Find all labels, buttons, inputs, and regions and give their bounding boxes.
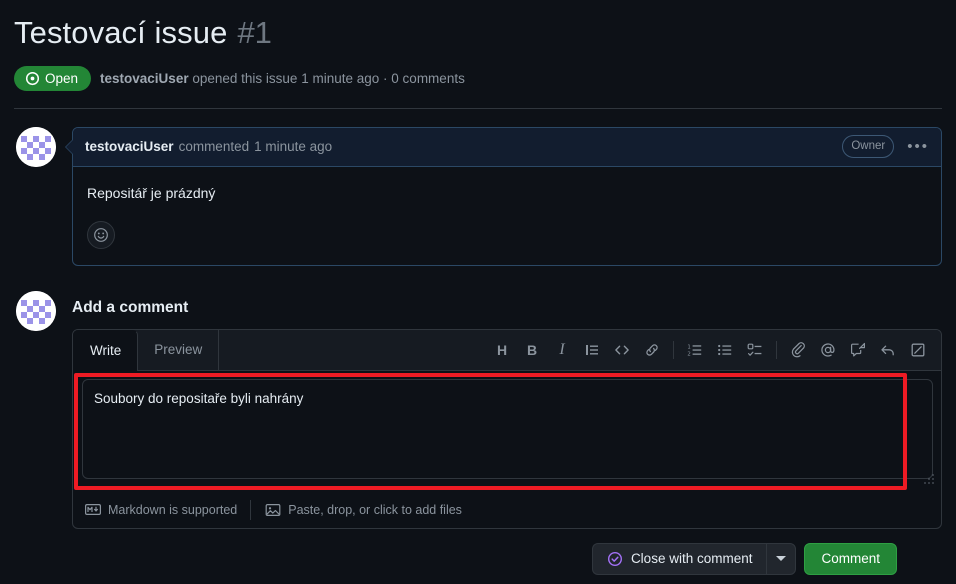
- issue-meta-comments: 0 comments: [391, 70, 465, 86]
- issue-closed-icon: [607, 551, 622, 566]
- add-comment-row: Add a comment Write Preview H B I 1 2 So…: [0, 266, 956, 575]
- paperclip-attach-icon[interactable]: [783, 335, 813, 365]
- issue-meta-text: testovaciUser opened this issue 1 minute…: [100, 71, 465, 86]
- issue-meta-time: 1 minute ago: [301, 70, 380, 86]
- comment-author[interactable]: testovaciUser: [85, 139, 174, 154]
- toolbar-divider: [673, 340, 674, 359]
- issue-meta-action: opened this issue: [192, 70, 298, 86]
- issue-number: #1: [237, 15, 272, 50]
- editor-tabs: Write Preview H B I 1 2: [73, 329, 941, 371]
- markdown-supported-link[interactable]: Markdown is supported: [85, 503, 250, 517]
- bold-icon[interactable]: B: [517, 335, 547, 365]
- issue-page: Testovací issue #1 Open testovaciUser op…: [0, 0, 956, 584]
- saved-reply-icon[interactable]: [843, 335, 873, 365]
- avatar[interactable]: [16, 126, 56, 167]
- comment-text: Repositář je prázdný: [87, 184, 216, 201]
- comment-editor: Write Preview H B I 1 2 Soubory do repos…: [72, 328, 942, 529]
- markdown-icon: [85, 504, 101, 516]
- comment-body: Repositář je prázdný: [73, 167, 941, 209]
- comment-thread-row: testovaciUser commented 1 minute ago Own…: [0, 109, 956, 266]
- issue-title-row: Testovací issue #1: [14, 14, 942, 53]
- heading-icon[interactable]: H: [487, 335, 517, 365]
- unordered-list-icon[interactable]: [710, 335, 740, 365]
- ordered-list-icon[interactable]: 1 2: [680, 335, 710, 365]
- mention-at-icon[interactable]: [813, 335, 843, 365]
- link-icon[interactable]: [637, 335, 667, 365]
- triangle-down-icon: [776, 556, 787, 562]
- identicon-avatar-icon: [16, 126, 56, 167]
- reply-arrow-icon[interactable]: [873, 335, 903, 365]
- issue-meta-separator: ·: [383, 70, 388, 86]
- code-icon[interactable]: [607, 335, 637, 365]
- textarea-wrapper: [73, 371, 941, 492]
- add-comment-heading: Add a comment: [72, 298, 189, 316]
- editor-toolbar: H B I 1 2: [487, 330, 941, 370]
- kebab-horizontal-icon[interactable]: •••: [907, 139, 929, 154]
- page-title: Testovací issue: [14, 15, 228, 50]
- markdown-fullscreen-icon[interactable]: [903, 335, 933, 365]
- comment-time: 1 minute ago: [254, 139, 333, 155]
- comment-submit-label: Comment: [821, 551, 880, 567]
- svg-text:1: 1: [687, 344, 690, 350]
- tab-write[interactable]: Write: [73, 329, 139, 371]
- reaction-bar: [73, 209, 941, 265]
- tab-preview[interactable]: Preview: [138, 329, 220, 370]
- footer-divider: [250, 499, 252, 520]
- close-with-comment-split-button: Close with comment: [591, 542, 797, 575]
- add-reaction-button[interactable]: [87, 220, 115, 249]
- italic-glyph: I: [559, 340, 565, 358]
- issue-header: Testovací issue #1 Open testovaciUser op…: [0, 0, 956, 91]
- comment-header: testovaciUser commented 1 minute ago Own…: [73, 127, 941, 167]
- issue-author[interactable]: testovaciUser: [100, 71, 189, 86]
- comment-textarea[interactable]: [82, 378, 933, 479]
- comment-actions: Close with comment Comment: [72, 529, 942, 575]
- quote-icon[interactable]: [577, 335, 607, 365]
- markdown-supported-label: Markdown is supported: [108, 502, 238, 517]
- role-badge: Owner: [842, 135, 895, 159]
- heading-glyph: H: [496, 341, 508, 358]
- smiley-icon: [94, 227, 108, 242]
- italic-icon[interactable]: I: [547, 335, 577, 365]
- attach-files-button[interactable]: Paste, drop, or click to add files: [265, 502, 475, 518]
- bold-glyph: B: [526, 341, 538, 358]
- close-with-comment-label: Close with comment: [630, 551, 753, 567]
- status-badge: Open: [14, 65, 92, 91]
- identicon-avatar-icon: [16, 290, 56, 331]
- close-options-dropdown-button[interactable]: [766, 542, 797, 575]
- issue-meta-row: Open testovaciUser opened this issue 1 m…: [14, 65, 942, 91]
- add-comment-column: Add a comment Write Preview H B I 1 2 So…: [72, 291, 942, 575]
- comment-submit-button[interactable]: Comment: [804, 542, 897, 575]
- issue-opened-icon: [25, 71, 40, 85]
- comment-action: commented: [178, 139, 250, 155]
- comment-box: testovaciUser commented 1 minute ago Own…: [65, 126, 942, 266]
- toolbar-divider: [776, 340, 777, 359]
- image-icon: [265, 503, 281, 516]
- editor-footer: Markdown is supported Paste, drop, or cl…: [73, 492, 941, 528]
- avatar[interactable]: [16, 290, 56, 331]
- status-badge-label: Open: [45, 70, 79, 86]
- close-with-comment-button[interactable]: Close with comment: [591, 542, 767, 575]
- attach-files-label: Paste, drop, or click to add files: [288, 502, 462, 517]
- svg-text:2: 2: [687, 351, 690, 357]
- task-list-icon[interactable]: [740, 335, 770, 365]
